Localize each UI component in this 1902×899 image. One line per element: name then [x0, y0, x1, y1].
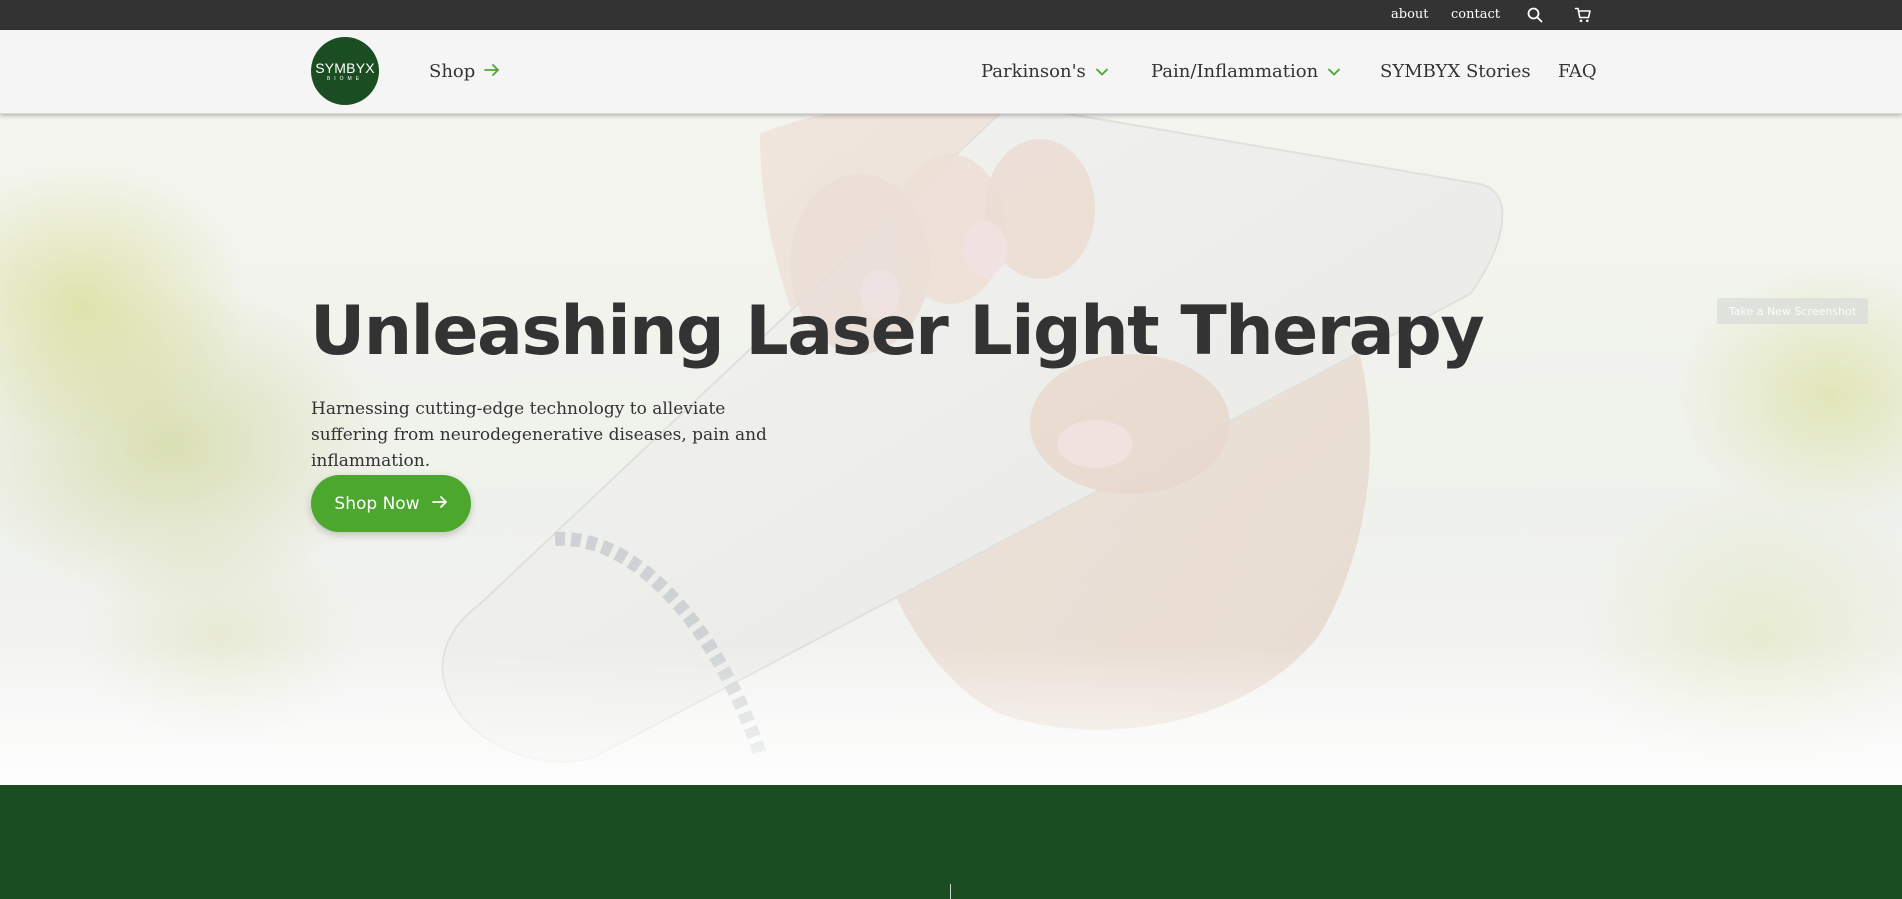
green-section: [0, 785, 1902, 899]
take-new-screenshot-button[interactable]: Take a New Screenshot: [1717, 298, 1868, 324]
chevron-down-icon: [1327, 61, 1341, 82]
hero-section: Unleashing Laser Light Therapy Harnessin…: [0, 114, 1902, 785]
nav-parkinsons-menu[interactable]: Parkinson's: [981, 61, 1109, 82]
contact-link[interactable]: contact: [1451, 7, 1500, 22]
nav-symbyx-stories-link[interactable]: SYMBYX Stories: [1380, 61, 1531, 82]
shop-now-label: Shop Now: [334, 493, 420, 514]
cart-icon[interactable]: [1574, 6, 1592, 24]
symbyx-logo[interactable]: SYMBYX BIOME: [311, 37, 379, 105]
top-utility-bar: about contact: [0, 0, 1902, 30]
arrow-right-icon: [484, 61, 500, 82]
chevron-down-icon: [1095, 61, 1109, 82]
logo-wordmark: SYMBYX: [315, 59, 375, 76]
nav-faq-link[interactable]: FAQ: [1558, 61, 1597, 82]
nav-pain-inflammation-label: Pain/Inflammation: [1151, 61, 1319, 82]
nav-pain-inflammation-menu[interactable]: Pain/Inflammation: [1151, 61, 1341, 82]
shop-now-button[interactable]: Shop Now: [311, 475, 471, 532]
about-link[interactable]: about: [1391, 7, 1429, 22]
hero-subtitle: Harnessing cutting-edge technology to al…: [311, 399, 767, 471]
logo-subtext: BIOME: [326, 75, 364, 82]
hero-bottom-fade: [0, 645, 1902, 785]
nav-shop-link[interactable]: Shop: [429, 61, 500, 82]
section-divider: [950, 884, 951, 899]
arrow-right-icon: [431, 494, 448, 514]
nav-parkinsons-label: Parkinson's: [981, 61, 1086, 82]
main-navigation: SYMBYX BIOME Shop Parkinson's Pain/Infla…: [0, 30, 1902, 114]
search-icon[interactable]: [1526, 6, 1544, 24]
nav-shop-label: Shop: [429, 61, 476, 82]
hero-title: Unleashing Laser Light Therapy: [310, 292, 1485, 371]
